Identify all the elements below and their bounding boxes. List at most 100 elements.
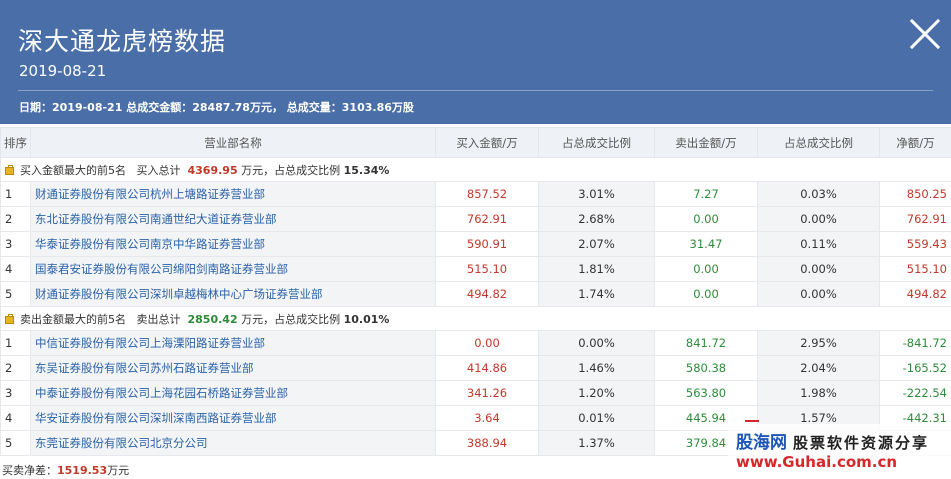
column-header-sell-amount: 卖出金额/万 (654, 127, 758, 158)
sell-amount: 0.00 (654, 281, 758, 307)
row-rank: 1 (0, 330, 31, 356)
net-amount: 494.82 (879, 281, 951, 307)
net-amount: 762.91 (879, 206, 951, 232)
buy-amount: 414.86 (435, 355, 539, 381)
sell-group-row: 卖出金额最大的前5名 卖出总计 2850.42 万元，占总成交比例 10.01% (0, 306, 951, 331)
sell-ratio: 0.03% (757, 181, 880, 207)
branch-link[interactable]: 中信证券股份有限公司上海溧阳路证券营业部 (30, 330, 436, 356)
row-rank: 3 (0, 231, 31, 257)
billboard-table: 排序 营业部名称 买入金额/万 占总成交比例 卖出金额/万 占总成交比例 净额/… (0, 127, 951, 456)
net-amount: 559.43 (879, 231, 951, 257)
buy-group-row: 买入金额最大的前5名 买入总计 4369.95 万元，占总成交比例 15.34% (0, 157, 951, 182)
column-header-sell-ratio: 占总成交比例 (757, 127, 880, 158)
branch-link[interactable]: 东北证券股份有限公司南通世纪大道证券营业部 (30, 206, 436, 232)
sell-ratio: 0.00% (757, 206, 880, 232)
watermark-brand: 股海网 (736, 433, 787, 453)
buy-ratio: 1.74% (538, 281, 655, 307)
sell-ratio: 0.00% (757, 256, 880, 282)
table-row: 1 财通证券股份有限公司杭州上塘路证券营业部 857.52 3.01% 7.27… (0, 181, 951, 207)
close-button[interactable] (905, 14, 945, 54)
sell-amount: 31.47 (654, 231, 758, 257)
table-row: 5 财通证券股份有限公司深圳卓越梅林中心广场证券营业部 494.82 1.74%… (0, 281, 951, 307)
header-divider (18, 90, 933, 91)
buy-ratio: 2.68% (538, 206, 655, 232)
buy-ratio: 3.01% (538, 181, 655, 207)
row-rank: 3 (0, 380, 31, 406)
row-rank: 4 (0, 256, 31, 282)
branch-link[interactable]: 财通证券股份有限公司杭州上塘路证券营业部 (30, 181, 436, 207)
buy-ratio: 1.81% (538, 256, 655, 282)
net-amount: -841.72 (879, 330, 951, 356)
dialog-header: 深大通龙虎榜数据 2019-08-21 日期：2019-08-21 总成交金额：… (0, 0, 951, 124)
net-amount: -165.52 (879, 355, 951, 381)
page-date: 2019-08-21 (19, 62, 107, 80)
column-header-branch: 营业部名称 (30, 127, 436, 158)
close-icon (909, 18, 941, 50)
sell-group-label: 卖出金额最大的前5名 (20, 312, 126, 326)
trading-summary: 日期：2019-08-21 总成交金额：28487.78万元， 总成交量：310… (19, 101, 414, 114)
branch-link[interactable]: 东吴证券股份有限公司苏州石路证券营业部 (30, 355, 436, 381)
column-header-rank: 排序 (0, 127, 31, 158)
buy-amount: 762.91 (435, 206, 539, 232)
folder-icon (5, 164, 14, 175)
branch-link[interactable]: 财通证券股份有限公司深圳卓越梅林中心广场证券营业部 (30, 281, 436, 307)
buy-ratio: 1.37% (538, 430, 655, 456)
buy-ratio: 1.20% (538, 380, 655, 406)
buy-total-label: 买入总计 (136, 163, 181, 177)
buy-amount: 0.00 (435, 330, 539, 356)
net-amount: -222.54 (879, 380, 951, 406)
table-row: 3 中泰证券股份有限公司上海花园石桥路证券营业部 341.26 1.20% 56… (0, 380, 951, 406)
column-header-buy-ratio: 占总成交比例 (538, 127, 655, 158)
table-header-row: 排序 营业部名称 买入金额/万 占总成交比例 卖出金额/万 占总成交比例 净额/… (0, 127, 951, 158)
net-difference: 买卖净差：1519.53万元 (2, 462, 129, 478)
net-difference-value: 1519.53 (57, 464, 108, 477)
column-header-net: 净额/万 (879, 127, 951, 158)
branch-link[interactable]: 华安证券股份有限公司深圳深南西路证券营业部 (30, 405, 436, 431)
sell-group-summary: 卖出金额最大的前5名 卖出总计 2850.42 万元，占总成交比例 10.01% (0, 306, 951, 331)
net-amount: 515.10 (879, 256, 951, 282)
table-row: 3 华泰证券股份有限公司南京中华路证券营业部 590.91 2.07% 31.4… (0, 231, 951, 257)
buy-amount: 857.52 (435, 181, 539, 207)
row-rank: 4 (0, 405, 31, 431)
branch-link[interactable]: 中泰证券股份有限公司上海花园石桥路证券营业部 (30, 380, 436, 406)
sell-amount: 0.00 (654, 256, 758, 282)
sell-amount: 7.27 (654, 181, 758, 207)
watermark-url: www.Guhai.com.cn (736, 453, 898, 471)
net-difference-unit: 万元 (107, 464, 130, 477)
buy-amount: 341.26 (435, 380, 539, 406)
sell-total-value: 2850.42 (187, 312, 238, 326)
branch-link[interactable]: 华泰证券股份有限公司南京中华路证券营业部 (30, 231, 436, 257)
sell-amount: 580.38 (654, 355, 758, 381)
sell-ratio: 2.04% (757, 355, 880, 381)
sell-total-ratio: 10.01% (343, 312, 390, 326)
table-row: 2 东吴证券股份有限公司苏州石路证券营业部 414.86 1.46% 580.3… (0, 355, 951, 381)
buy-amount: 515.10 (435, 256, 539, 282)
buy-total-unit: 万元，占总成交比例 (241, 163, 341, 177)
sell-amount: 563.80 (654, 380, 758, 406)
sell-ratio: 1.98% (757, 380, 880, 406)
table-row: 4 国泰君安证券股份有限公司绵阳剑南路证券营业部 515.10 1.81% 0.… (0, 256, 951, 282)
page-title: 深大通龙虎榜数据 (18, 27, 227, 56)
sell-ratio: 2.95% (757, 330, 880, 356)
buy-total-ratio: 15.34% (343, 163, 390, 177)
sell-amount: 0.00 (654, 206, 758, 232)
net-difference-label: 买卖净差： (2, 464, 57, 477)
buy-ratio: 2.07% (538, 231, 655, 257)
sell-total-label: 卖出总计 (136, 312, 181, 326)
branch-link[interactable]: 东莞证券股份有限公司北京分公司 (30, 430, 436, 456)
branch-link[interactable]: 国泰君安证券股份有限公司绵阳剑南路证券营业部 (30, 256, 436, 282)
watermark-line: 股海网 股票软件资源分享 (736, 428, 929, 453)
table-row: 2 东北证券股份有限公司南通世纪大道证券营业部 762.91 2.68% 0.0… (0, 206, 951, 232)
buy-ratio: 1.46% (538, 355, 655, 381)
sell-amount: 841.72 (654, 330, 758, 356)
buy-ratio: 0.01% (538, 405, 655, 431)
row-rank: 2 (0, 355, 31, 381)
row-rank: 5 (0, 430, 31, 456)
row-rank: 1 (0, 181, 31, 207)
watermark-slogan: 股票软件资源分享 (793, 434, 930, 452)
watermark: 股海网 股票软件资源分享 www.Guhai.com.cn (728, 424, 951, 476)
buy-ratio: 0.00% (538, 330, 655, 356)
net-amount: 850.25 (879, 181, 951, 207)
buy-group-summary: 买入金额最大的前5名 买入总计 4369.95 万元，占总成交比例 15.34% (0, 157, 951, 182)
sell-total-unit: 万元，占总成交比例 (241, 312, 341, 326)
